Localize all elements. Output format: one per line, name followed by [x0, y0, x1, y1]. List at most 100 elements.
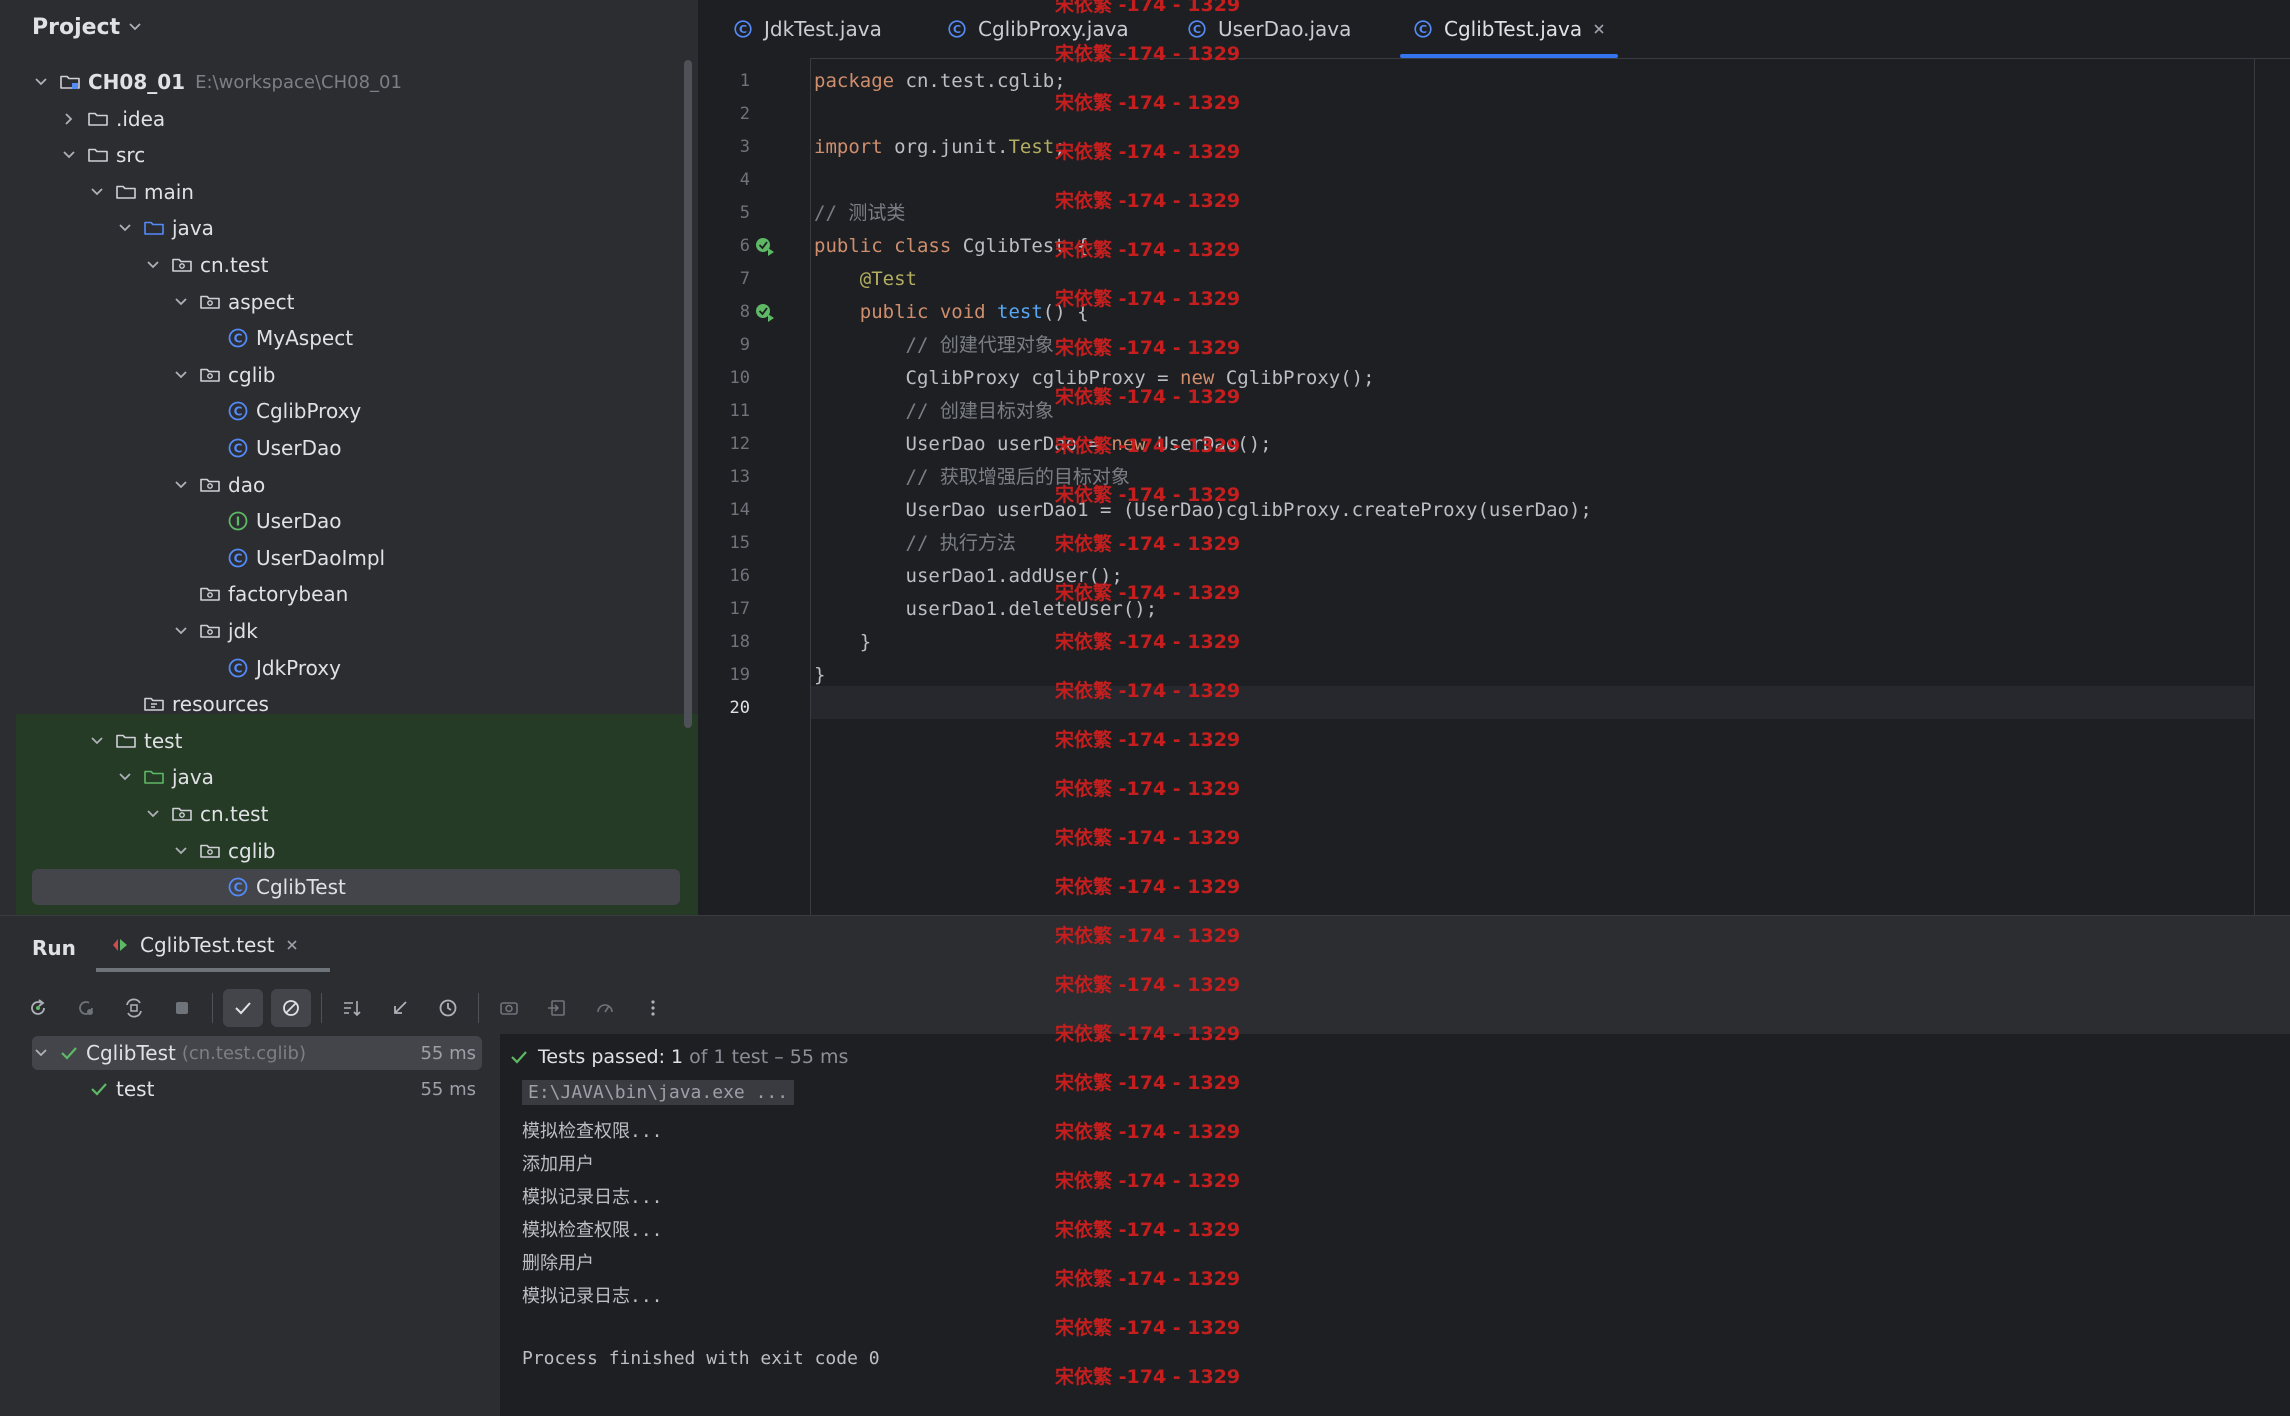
- chevron-down-icon[interactable]: [172, 293, 190, 311]
- run-test-gutter-icon[interactable]: [754, 235, 776, 257]
- editor-gutter: 1 2 3 4 5 6 7 8 9 10 11 12 13 14 15 16 17 18 19 20: [698, 58, 811, 915]
- chevron-down-icon[interactable]: [144, 256, 162, 274]
- tree-item[interactable]: jdk: [16, 613, 682, 649]
- toolbar-separator: [212, 993, 213, 1023]
- tree-item-label: cn.test: [200, 253, 269, 277]
- tree-item[interactable]: cn.test: [16, 247, 682, 283]
- tree-item[interactable]: java: [16, 210, 682, 246]
- line-number: 18: [729, 632, 750, 652]
- run-test-gutter-icon[interactable]: [754, 301, 776, 323]
- screenshot-button[interactable]: [489, 989, 529, 1027]
- show-ignored-toggle[interactable]: [271, 989, 311, 1027]
- tree-item[interactable]: cn.test: [16, 796, 682, 832]
- watermark-text: 宋依繁 -174 - 1329: [1055, 288, 1241, 310]
- project-view-selector[interactable]: Project: [32, 12, 142, 42]
- more-options-button[interactable]: [633, 989, 673, 1027]
- chevron-down-icon[interactable]: [172, 476, 190, 494]
- chevron-down-icon[interactable]: [172, 622, 190, 640]
- tree-item[interactable]: java: [16, 759, 682, 795]
- chevron-down-icon[interactable]: [32, 1044, 50, 1062]
- show-passed-toggle[interactable]: [223, 989, 263, 1027]
- test-tree-item[interactable]: test 55 ms: [32, 1072, 482, 1106]
- run-config-tab[interactable]: CglibTest.test: [96, 916, 330, 974]
- test-tree-item[interactable]: CglibTest (cn.test.cglib) 55 ms: [32, 1036, 482, 1070]
- code-editor[interactable]: package cn.test.cglib; import org.junit.T…: [814, 58, 2254, 915]
- chevron-down-icon[interactable]: [32, 73, 50, 91]
- toolbar-separator: [321, 993, 322, 1023]
- class-icon: C: [228, 658, 248, 677]
- check-icon: [91, 1083, 107, 1096]
- chevron-down-icon[interactable]: [144, 805, 162, 823]
- code-line: public class CglibTest {: [814, 230, 1089, 263]
- line-number: 1: [739, 71, 750, 91]
- tree-item[interactable]: I UserDao: [16, 503, 682, 539]
- code-token: test: [997, 301, 1043, 323]
- test-history-button[interactable]: [428, 989, 468, 1027]
- tree-item[interactable]: .idea: [16, 101, 682, 137]
- source-folder-icon: [144, 222, 164, 236]
- tree-item[interactable]: C UserDao: [16, 430, 682, 466]
- tree-item[interactable]: C CglibProxy: [16, 393, 682, 429]
- folder-icon: [116, 185, 136, 199]
- chevron-down-icon[interactable]: [88, 183, 106, 201]
- tree-item-label: .idea: [116, 106, 166, 131]
- editor-scrollbar[interactable]: [2254, 58, 2290, 915]
- svg-text:I: I: [236, 515, 240, 529]
- test-status-line: Tests passed: 1 of 1 test – 55 ms: [508, 1034, 848, 1080]
- editor-tab[interactable]: C JdkTest.java: [720, 0, 894, 58]
- tree-item[interactable]: factorybean: [16, 576, 682, 612]
- gauge-icon: [597, 1004, 613, 1013]
- chevron-down-icon[interactable]: [116, 768, 134, 786]
- editor-tab[interactable]: C CglibTest.java: [1400, 0, 1619, 58]
- code-token: package: [814, 70, 906, 92]
- collapse-button[interactable]: [380, 989, 420, 1027]
- chevron-down-icon[interactable]: [116, 219, 134, 237]
- tree-item-label: main: [144, 179, 194, 204]
- console-command[interactable]: E:\JAVA\bin\java.exe ...: [522, 1080, 795, 1105]
- tree-item[interactable]: C JdkProxy: [16, 650, 682, 686]
- chevron-down-icon[interactable]: [60, 146, 78, 164]
- tree-item[interactable]: main: [16, 174, 682, 210]
- class-icon: C: [228, 328, 248, 348]
- watermark-text: 宋依繁 -174 - 1329: [1055, 484, 1241, 506]
- rerun-failed-button[interactable]: [66, 989, 106, 1027]
- close-icon[interactable]: [285, 938, 299, 952]
- ignored-icon: [283, 1000, 299, 1016]
- folder-icon: [88, 148, 108, 162]
- toggle-auto-test-button[interactable]: [114, 989, 154, 1027]
- tree-item[interactable]: test: [16, 723, 682, 759]
- tree-item[interactable]: aspect: [16, 284, 682, 320]
- watermark-text: 宋依繁 -174 - 1329: [1055, 680, 1241, 702]
- watermark-text: 宋依繁 -174 - 1329: [1055, 876, 1241, 898]
- line-number: 20: [729, 698, 750, 718]
- console-command-text[interactable]: E:\JAVA\bin\java.exe ...: [522, 1080, 795, 1105]
- code-line: @Test: [814, 263, 917, 296]
- coverage-button[interactable]: [585, 989, 625, 1027]
- stop-button[interactable]: [162, 989, 202, 1027]
- tree-item[interactable]: dao: [16, 467, 682, 503]
- tree-item[interactable]: C MyAspect: [16, 320, 682, 356]
- tree-item[interactable]: C CglibTest: [32, 869, 680, 906]
- tree-item[interactable]: cglib: [16, 833, 682, 869]
- rerun-button[interactable]: [18, 989, 58, 1027]
- chevron-right-icon[interactable]: [60, 110, 78, 128]
- status-text: Tests passed: 1 of 1 test – 55 ms: [538, 1046, 848, 1068]
- tree-item[interactable]: src: [16, 137, 682, 173]
- tree-item[interactable]: resources: [16, 686, 682, 722]
- chevron-down-icon[interactable]: [172, 366, 190, 384]
- import-tests-button[interactable]: [537, 989, 577, 1027]
- line-number: 10: [729, 368, 750, 388]
- chevron-down-icon[interactable]: [88, 732, 106, 750]
- tree-item[interactable]: CH08_01 E:\workspace\CH08_01: [16, 64, 682, 100]
- project-scrollbar[interactable]: [684, 60, 692, 728]
- chevron-down-icon[interactable]: [172, 842, 190, 860]
- package-icon: [200, 588, 220, 602]
- sort-button[interactable]: [332, 989, 372, 1027]
- tree-item[interactable]: cglib: [16, 357, 682, 393]
- test-name: test: [116, 1077, 155, 1101]
- tree-item[interactable]: C UserDaoImpl: [16, 540, 682, 576]
- close-icon[interactable]: [1592, 22, 1606, 36]
- package-icon: [200, 478, 220, 492]
- import-icon: [548, 1000, 565, 1016]
- line-number: 4: [739, 170, 750, 190]
